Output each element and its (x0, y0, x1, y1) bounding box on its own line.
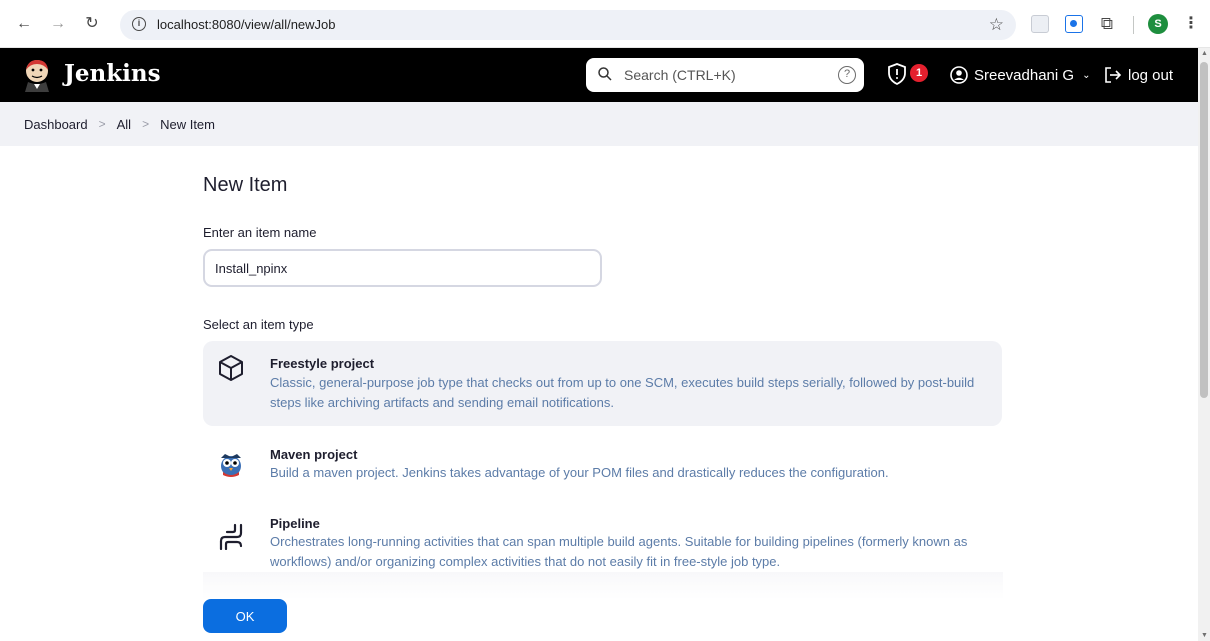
chevron-right-icon: > (98, 117, 106, 131)
item-title: Pipeline (270, 516, 320, 531)
search-icon (598, 67, 612, 81)
page-title: New Item (203, 174, 288, 196)
breadcrumb-dashboard[interactable]: Dashboard (24, 117, 88, 132)
maven-owl-icon (221, 454, 241, 477)
logout-icon (1105, 67, 1122, 83)
item-type-label: Select an item type (203, 317, 314, 332)
pipeline-icon (219, 523, 243, 550)
bottom-bar-fade (203, 572, 1003, 641)
extension-icon[interactable] (1031, 15, 1049, 33)
breadcrumb-new-item[interactable]: New Item (160, 117, 215, 132)
forward-arrow-icon[interactable]: → (48, 14, 68, 34)
profile-avatar[interactable]: S (1148, 14, 1168, 34)
chevron-right-icon: > (142, 117, 150, 131)
reload-icon[interactable]: ↻ (82, 14, 102, 34)
browser-menu-icon[interactable]: ⋮ (1183, 13, 1199, 33)
logout-label: log out (1128, 66, 1174, 84)
user-menu[interactable]: Sreevadhani G ⌄ (950, 64, 1090, 86)
item-title: Freestyle project (270, 356, 375, 371)
item-title: Maven project (270, 447, 358, 462)
help-icon[interactable]: ? (838, 66, 856, 84)
chevron-down-icon: ⌄ (1082, 69, 1091, 81)
breadcrumb: Dashboard > All > New Item (0, 102, 1198, 146)
extensions-puzzle-icon[interactable]: ⧉ (1098, 15, 1116, 33)
security-badge[interactable]: 1 (910, 64, 928, 82)
breadcrumb-all[interactable]: All (117, 117, 131, 132)
browser-toolbar: ← → ↻ i localhost:8080/view/all/newJob ☆… (0, 0, 1210, 48)
logout-link[interactable]: log out (1104, 64, 1173, 86)
user-name: Sreevadhani G (974, 66, 1075, 84)
item-description: Orchestrates long-running activities tha… (270, 534, 968, 569)
url-text: localhost:8080/view/all/newJob (157, 17, 336, 32)
search-box[interactable]: ? (586, 58, 864, 92)
security-shield-icon[interactable] (886, 62, 908, 86)
page-scrollbar[interactable]: ▲ ▼ (1198, 48, 1210, 641)
ok-button[interactable]: OK (203, 599, 287, 633)
jenkins-logo-icon[interactable] (20, 58, 54, 92)
item-type-freestyle[interactable]: Freestyle project Classic, general-purpo… (203, 341, 1002, 426)
item-type-maven[interactable]: Maven project Build a maven project. Jen… (203, 436, 1002, 496)
item-description: Build a maven project. Jenkins takes adv… (270, 465, 889, 480)
jenkins-brand[interactable]: Jenkins (64, 60, 161, 87)
jenkins-header: Jenkins ? 1 Sreevadhani G ⌄ log out (0, 48, 1198, 102)
item-type-pipeline[interactable]: Pipeline Orchestrates long-running activ… (203, 505, 1002, 577)
bookmark-star-icon[interactable]: ☆ (989, 15, 1004, 35)
scroll-up-arrow-icon[interactable]: ▲ (1201, 50, 1208, 57)
scrollbar-thumb[interactable] (1200, 62, 1208, 398)
site-info-icon[interactable]: i (132, 17, 146, 31)
cube-icon (219, 355, 243, 381)
item-description: Classic, general-purpose job type that c… (270, 375, 975, 410)
toolbar-divider (1133, 16, 1134, 34)
scroll-down-arrow-icon[interactable]: ▼ (1201, 632, 1208, 639)
back-arrow-icon[interactable]: ← (14, 14, 34, 34)
user-avatar-icon (950, 66, 968, 84)
item-name-input[interactable] (203, 249, 602, 287)
screen-record-icon[interactable] (1065, 15, 1083, 33)
address-bar[interactable]: i localhost:8080/view/all/newJob ☆ (120, 10, 1016, 40)
item-name-label: Enter an item name (203, 225, 317, 240)
search-input[interactable] (624, 58, 824, 92)
